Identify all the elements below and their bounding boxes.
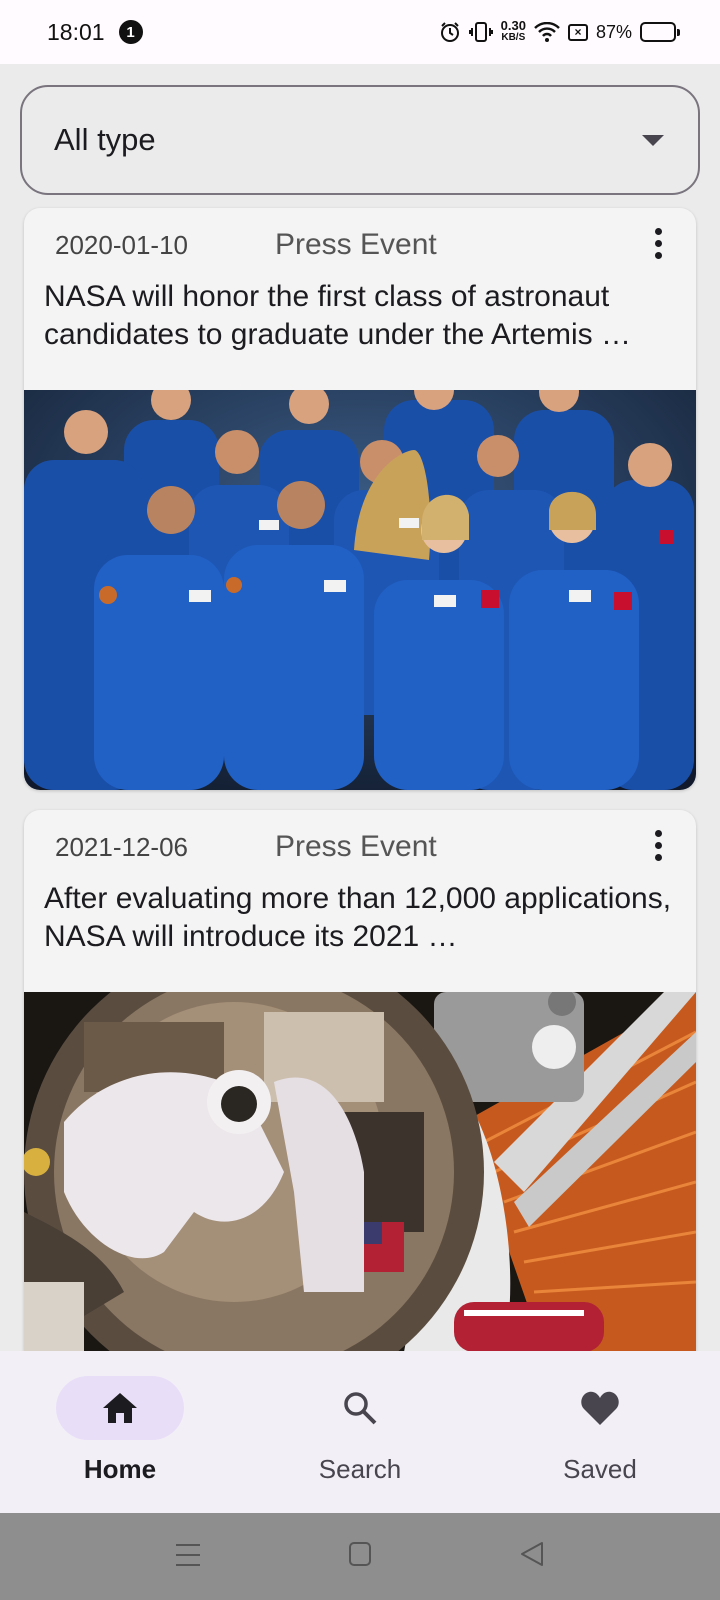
feed-card[interactable]: 2021-12-06 Press Event After evaluating … <box>24 810 696 1352</box>
feed-card[interactable]: 2020-01-10 Press Event NASA will honor t… <box>24 208 696 790</box>
heart-icon <box>581 1391 619 1425</box>
network-speed: 0.30 KB/S <box>500 18 526 44</box>
card-type: Press Event <box>275 830 437 863</box>
battery-percent: 87% <box>595 21 632 42</box>
card-header: 2020-01-10 Press Event NASA will honor t… <box>24 208 696 390</box>
net-speed-value: 0.30 <box>500 18 526 33</box>
nav-search[interactable]: Search <box>295 1376 425 1485</box>
type-filter-value: All type <box>54 122 156 157</box>
card-date: 2021-12-06 <box>55 832 188 862</box>
card-header: 2021-12-06 Press Event After evaluating … <box>24 810 696 992</box>
card-image-astronaut-class[interactable] <box>24 390 696 790</box>
home-icon <box>103 1393 137 1423</box>
back-icon[interactable] <box>520 1541 544 1567</box>
more-vert-icon[interactable] <box>648 228 668 262</box>
nav-saved-label: Saved <box>563 1454 637 1484</box>
wifi-icon <box>534 22 560 42</box>
card-title: After evaluating more than 12,000 applic… <box>44 882 672 953</box>
system-navigation-bar <box>0 1513 720 1600</box>
card-title: NASA will honor the first class of astro… <box>44 280 632 351</box>
square-icon[interactable] <box>348 1541 372 1567</box>
card-image-spacewalk[interactable] <box>24 992 696 1352</box>
nav-saved-pill <box>536 1376 664 1440</box>
vibrate-icon <box>468 22 493 42</box>
dropdown-arrow-icon <box>642 134 664 146</box>
nav-home-pill <box>56 1376 184 1440</box>
type-filter-dropdown[interactable]: All type <box>20 85 700 195</box>
status-bar: 18:01 1 0.30 KB/S × 87% <box>0 0 720 64</box>
nav-search-pill <box>296 1376 424 1440</box>
card-date: 2020-01-10 <box>55 230 188 260</box>
menu-icon[interactable] <box>175 1541 201 1569</box>
notification-badge: 1 <box>118 20 143 44</box>
nav-home-label: Home <box>83 1454 157 1484</box>
status-time: 18:01 <box>47 18 105 45</box>
bottom-navigation: Home Search Saved <box>0 1351 720 1513</box>
nav-home[interactable]: Home <box>55 1376 185 1485</box>
search-icon <box>344 1392 377 1425</box>
nav-saved[interactable]: Saved <box>535 1376 665 1485</box>
more-vert-icon[interactable] <box>648 830 668 864</box>
nav-search-label: Search <box>318 1454 402 1484</box>
battery-icon <box>640 22 680 42</box>
net-speed-unit: KB/S <box>501 32 526 43</box>
no-sim-icon: × <box>567 23 588 41</box>
alarm-icon <box>440 22 459 42</box>
card-type: Press Event <box>275 228 437 261</box>
